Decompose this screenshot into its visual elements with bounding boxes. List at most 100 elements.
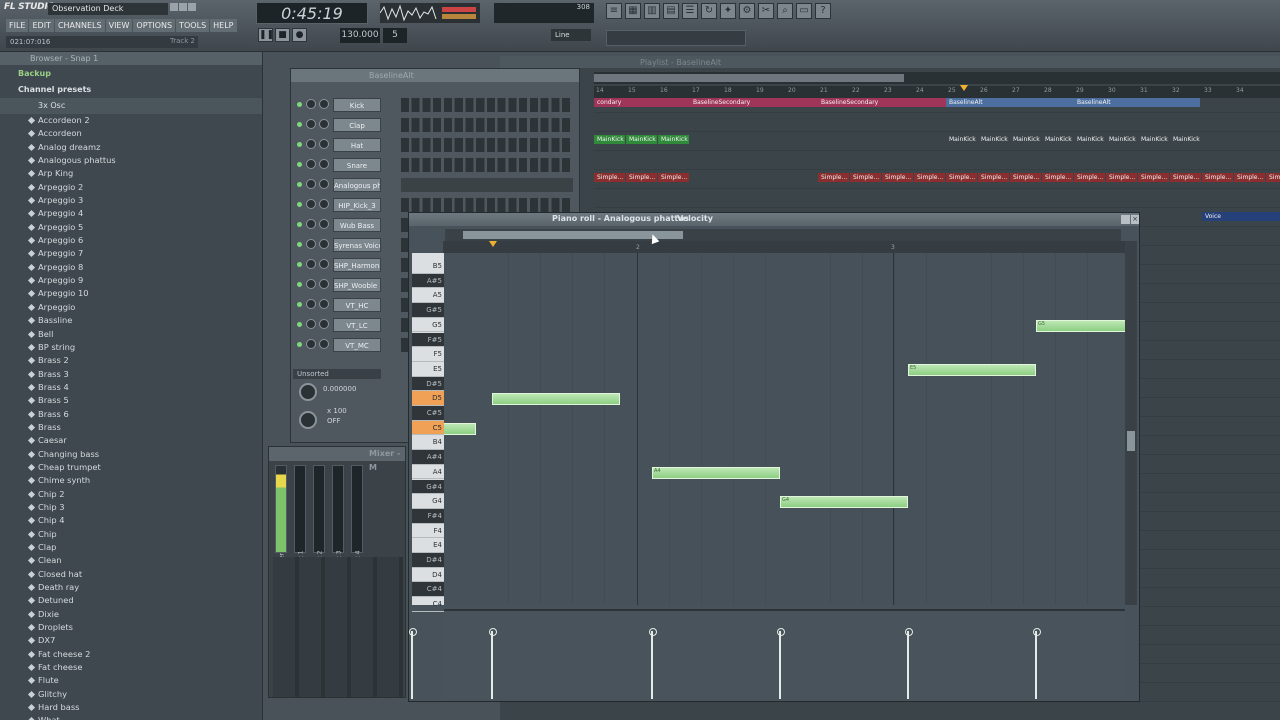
song-clock[interactable]: 0:45:19	[256, 2, 368, 24]
note-grid[interactable]: A4 G4 E5 G5	[444, 253, 1125, 605]
volume-knob[interactable]	[319, 259, 329, 269]
playlist-clip[interactable]: BaselineSecondary	[818, 98, 946, 107]
browser-preset-item[interactable]: Fat cheese	[0, 661, 262, 674]
kick-clip[interactable]: MainKick	[1170, 135, 1201, 144]
channel-mini-pianoroll[interactable]	[401, 178, 573, 192]
simple-clip[interactable]: Simple...	[1010, 173, 1041, 182]
maximize-icon[interactable]	[179, 3, 187, 11]
browser-folder-backup[interactable]: Backup	[0, 66, 262, 82]
minimize-icon[interactable]	[170, 3, 178, 11]
pan-knob[interactable]	[306, 259, 316, 269]
browser-preset-item[interactable]: Arpeggio 8	[0, 261, 262, 274]
piano-key[interactable]: D5	[412, 391, 444, 406]
step-sequencer-icon[interactable]: ▦	[625, 3, 641, 19]
browser-preset-item[interactable]: Arpeggio 3	[0, 194, 262, 207]
mixer-strip[interactable]: Insert 2	[313, 465, 325, 574]
piano-key[interactable]: E4	[412, 538, 444, 553]
channel-step-sequence[interactable]	[401, 98, 573, 112]
snap-selector[interactable]: Line	[551, 29, 591, 41]
menu-channels[interactable]: CHANNELS	[54, 19, 105, 32]
piano-key[interactable]: G#4	[412, 479, 444, 495]
wand-icon[interactable]: ✦	[720, 3, 736, 19]
channel-filter[interactable]: Unsorted	[293, 369, 381, 379]
browser-preset-item[interactable]: Glitchy	[0, 688, 262, 701]
browser-preset-item[interactable]: Analogous phattus	[0, 154, 262, 167]
channel-led-icon[interactable]	[297, 162, 302, 167]
song-title[interactable]: Observation Deck	[48, 3, 168, 15]
kick-clip[interactable]: MainKick	[978, 135, 1009, 144]
channel-led-icon[interactable]	[297, 302, 302, 307]
playlist-icon[interactable]: ≡	[606, 3, 622, 19]
help-icon[interactable]: ?	[815, 3, 831, 19]
piano-key[interactable]: D4	[412, 568, 444, 583]
channel-led-icon[interactable]	[297, 142, 302, 147]
channel-name-button[interactable]: VT_LC	[333, 318, 381, 332]
channel-name-button[interactable]: Hat	[333, 138, 381, 152]
kick-clip[interactable]: MainKick	[658, 135, 689, 144]
menu-tools[interactable]: TOOLS	[176, 19, 210, 32]
channel-rack-title[interactable]: BaselineAlt	[291, 69, 579, 82]
browser-preset-item[interactable]: Clean	[0, 554, 262, 567]
browser-preset-item[interactable]: Arpeggio 10	[0, 287, 262, 300]
pan-knob[interactable]	[306, 119, 316, 129]
pan-knob[interactable]	[306, 299, 316, 309]
channel-name-button[interactable]: Syrenas Voice	[333, 238, 381, 252]
browser-preset-item[interactable]: Arpeggio 5	[0, 221, 262, 234]
channel-name-button[interactable]: VT_MC	[333, 338, 381, 352]
playback-marker[interactable]	[489, 241, 497, 247]
pan-knob[interactable]	[306, 219, 316, 229]
browser-preset-item[interactable]: Caesar	[0, 434, 262, 447]
search-icon[interactable]: ⌕	[777, 3, 793, 19]
pan-knob[interactable]	[306, 199, 316, 209]
volume-knob[interactable]	[319, 279, 329, 289]
piano-roll-note[interactable]: E5	[908, 363, 1036, 376]
piano-roll-note[interactable]	[492, 393, 620, 406]
kick-clip[interactable]: MainKick	[946, 135, 977, 144]
channel-step-sequence[interactable]	[401, 138, 573, 152]
channel-row[interactable]: Analogous ph...	[291, 175, 579, 195]
piano-roll-note[interactable]: A4	[652, 466, 780, 479]
mixer-icon[interactable]: ☰	[682, 3, 698, 19]
browser-folder-channel-presets[interactable]: Channel presets	[0, 82, 262, 98]
playlist-clip[interactable]: BaselineSecondary	[690, 98, 818, 107]
channel-led-icon[interactable]	[297, 342, 302, 347]
browser-preset-item[interactable]: Detuned	[0, 594, 262, 607]
menu-view[interactable]: VIEW	[105, 19, 133, 32]
simple-clip[interactable]: Simple...	[1138, 173, 1169, 182]
playlist-clip[interactable]: BaselineAlt	[946, 98, 1074, 107]
simple-clip[interactable]: Simple...	[1106, 173, 1137, 182]
channel-name-button[interactable]: HIP_Kick_3	[333, 198, 381, 212]
mixer-strip[interactable]: Insert 1	[294, 465, 306, 574]
browser-preset-item[interactable]: Analog dreamz	[0, 141, 262, 154]
browser-preset-item[interactable]: Arpeggio 6	[0, 234, 262, 247]
channel-row[interactable]: Snare	[291, 155, 579, 175]
channel-led-icon[interactable]	[297, 182, 302, 187]
piano-key[interactable]: B5	[412, 259, 444, 274]
piano-roll-ruler[interactable]: 2 3	[443, 241, 1125, 253]
playlist-clip[interactable]: condary	[594, 98, 690, 107]
browser-preset-item[interactable]: Flute	[0, 674, 262, 687]
window-controls[interactable]	[170, 3, 198, 13]
simple-clip[interactable]: Simple...	[1234, 173, 1265, 182]
piano-key[interactable]: E5	[412, 362, 444, 377]
browser-preset-item[interactable]: Accordeon	[0, 127, 262, 140]
channel-step-sequence[interactable]	[401, 118, 573, 132]
channel-led-icon[interactable]	[297, 242, 302, 247]
simple-clip[interactable]: Simple...	[1202, 173, 1233, 182]
velocity-bar[interactable]	[905, 628, 913, 699]
channel-led-icon[interactable]	[297, 102, 302, 107]
piano-key[interactable]: F5	[412, 347, 444, 362]
browser-preset-item[interactable]: Arpeggio 7	[0, 247, 262, 260]
browser-preset-item[interactable]: Changing bass	[0, 448, 262, 461]
piano-roll-icon[interactable]: ▥	[644, 3, 660, 19]
browser-preset-item[interactable]: DX7	[0, 634, 262, 647]
simple-clip[interactable]: Simple...	[594, 173, 625, 182]
pan-knob[interactable]	[306, 139, 316, 149]
piano-key[interactable]: A5	[412, 288, 444, 304]
channel-name-button[interactable]: Snare	[333, 158, 381, 172]
velocity-bar[interactable]	[777, 628, 785, 699]
playlist-ruler[interactable]: 14 15 16 17 18 19 20 21 22 23 24 25 26 27 28 29 30 31 32 33…	[594, 86, 1280, 98]
piano-key[interactable]: A4	[412, 465, 444, 480]
channel-row[interactable]: Clap	[291, 115, 579, 135]
browser-preset-item[interactable]: Arpeggio 2	[0, 181, 262, 194]
